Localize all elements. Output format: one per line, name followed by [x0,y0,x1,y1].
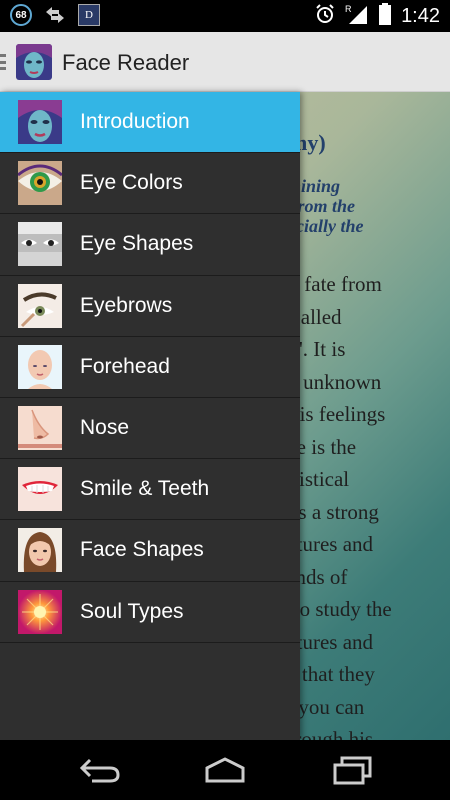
drawer-indicator-icon[interactable] [0,54,6,70]
forehead-icon [18,344,62,389]
drawer-item-label: Eye Shapes [80,232,194,256]
drawer-item-label: Eyebrows [80,293,173,317]
drawer-item-label: Eye Colors [80,171,183,195]
battery-icon [379,2,392,30]
drawer-item-label: Nose [80,416,130,440]
back-button[interactable] [70,750,130,790]
recent-apps-icon [333,756,372,785]
app-notification-icon: D [78,4,100,26]
drawer-item-label: Smile & Teeth [80,477,210,501]
drawer-item-label: Face Shapes [80,538,204,562]
clock: 1:42 [401,4,440,27]
home-icon [205,757,245,783]
notification-count-badge: 68 [10,4,32,26]
drawer-item-eye-colors[interactable]: Eye Colors [0,153,300,215]
drawer-item-label: Soul Types [80,599,184,623]
navigation-drawer: Introduction Eye Colors Eye Shapes Eyebr… [0,92,300,740]
drawer-item-label: Forehead [80,354,170,378]
home-button[interactable] [195,750,255,790]
drawer-item-face-shapes[interactable]: Face Shapes [0,520,300,582]
svg-text:R: R [345,4,352,14]
system-navigation-bar [0,740,450,800]
drawer-item-label: Introduction [80,110,190,134]
smile-icon [18,467,62,512]
sync-icon [44,4,66,26]
drawer-item-smile-teeth[interactable]: Smile & Teeth [0,459,300,521]
drawer-item-eye-shapes[interactable]: Eye Shapes [0,214,300,276]
drawer-item-eyebrows[interactable]: Eyebrows [0,276,300,337]
back-icon [79,758,120,783]
action-bar: Face Reader [0,32,450,92]
eye-color-icon [18,161,62,206]
portrait-icon [18,100,62,145]
app-title: Face Reader [62,50,190,75]
signal-icon: R [345,3,369,30]
drawer-item-forehead[interactable]: Forehead [0,337,300,398]
drawer-item-introduction[interactable]: Introduction [0,92,300,154]
face-shape-icon [18,528,62,573]
app-icon[interactable] [16,44,52,80]
eyebrow-icon [18,283,62,328]
eye-shapes-icon [18,222,62,267]
nose-icon [18,406,62,451]
soul-icon [18,589,62,634]
recent-apps-button[interactable] [322,750,382,790]
alarm-icon [315,3,335,29]
status-bar: 68 D R 1:42 [0,0,450,32]
drawer-item-soul-types[interactable]: Soul Types [0,582,300,643]
drawer-item-nose[interactable]: Nose [0,398,300,460]
